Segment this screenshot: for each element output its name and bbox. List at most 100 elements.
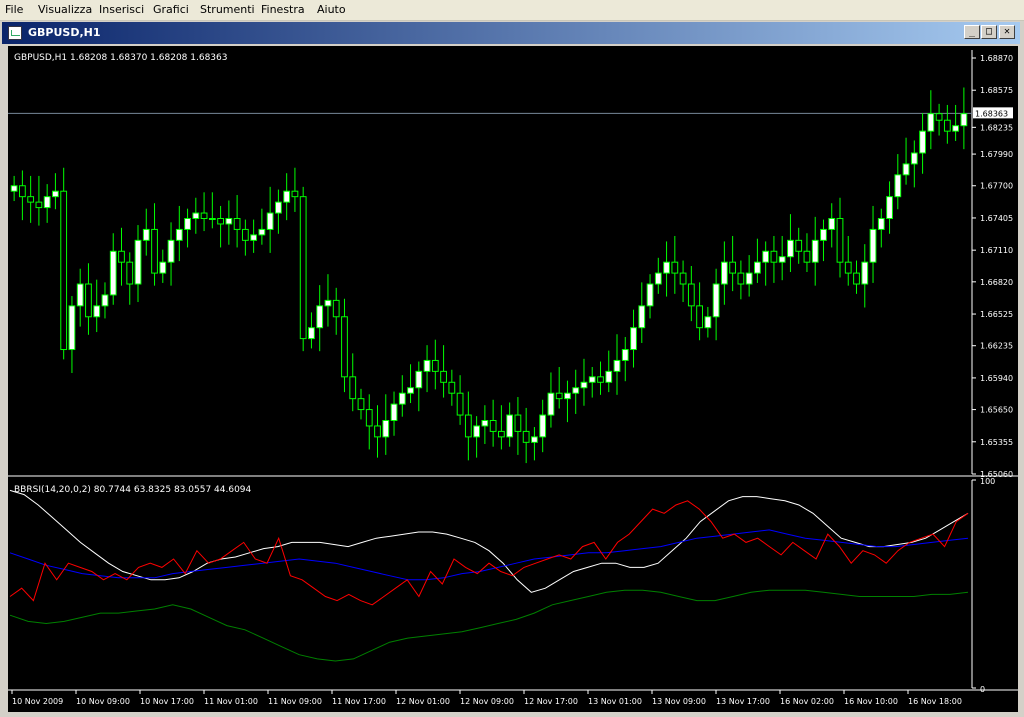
time-tick-label: 13 Nov 17:00 [716,697,770,706]
candle-body [745,272,753,285]
time-tick-label: 12 Nov 01:00 [396,697,450,706]
price-tick-label: 1.68575 [980,86,1013,95]
candle-body [192,212,200,220]
candle-body [308,327,315,340]
candle-body [919,130,926,154]
candle-body [927,113,935,132]
restore-button[interactable]: □ [981,25,997,39]
candle-body [828,218,836,230]
candle-body [646,283,654,307]
time-tick-label: 13 Nov 01:00 [588,697,642,706]
price-tick-label: 1.66820 [980,278,1013,287]
price-tick-label: 1.67990 [980,150,1013,159]
candle-body [299,196,307,340]
price-tick-label: 1.65650 [980,406,1013,415]
menu-file[interactable]: File [5,3,23,16]
candle-body [464,414,472,438]
candle-body [18,185,26,198]
candle-body [902,163,910,176]
candle-body [423,359,431,372]
price-tick-label: 1.65940 [980,374,1013,383]
candle-body [109,250,117,296]
time-tick-label: 10 Nov 2009 [12,697,63,706]
candle-body [52,190,59,198]
candle-body [283,190,291,203]
candle-body [159,261,167,274]
time-tick-label: 16 Nov 10:00 [844,697,898,706]
candle-body [720,261,728,285]
candle-body [431,359,439,372]
candle-body [696,305,703,329]
candle-body [737,272,745,285]
price-tick-label: 1.65355 [980,438,1013,447]
candle-body [101,294,109,307]
chart-header: GBPUSD,H1 1.68208 1.68370 1.68208 1.6836… [14,53,227,63]
candle-body [679,272,687,285]
time-tick-label: 10 Nov 09:00 [76,697,130,706]
candle-body [531,436,538,443]
candle-body [489,419,497,432]
menu-finestra[interactable]: Finestra [261,3,305,16]
candle-body [770,250,778,263]
time-tick-label: 16 Nov 02:00 [780,697,834,706]
candle-body [481,419,489,427]
candle-body [357,398,365,411]
price-tick-label: 1.66525 [980,310,1013,319]
candle-body [390,403,398,421]
minimize-button[interactable]: _ [964,25,980,39]
candle-body [952,125,960,132]
candle-body [43,196,51,209]
candle-body [704,316,712,329]
menu-aiuto[interactable]: Aiuto [317,3,346,16]
candle-body [754,261,761,274]
candle-body [630,327,637,351]
candle-body [506,414,514,438]
time-tick-label: 11 Nov 01:00 [204,697,258,706]
candle-body [250,234,258,241]
candle-body [217,218,224,225]
candle-body [184,218,191,230]
candle-body [877,218,885,230]
menu-inserisci[interactable]: Inserisci [99,3,144,16]
candle-body [539,414,547,438]
candle-body [605,370,613,383]
candle-body [886,196,893,220]
price-tick-label: 1.66235 [980,342,1013,351]
close-button[interactable]: ✕ [999,25,1015,39]
candle-body [448,381,456,394]
candle-body [869,228,877,263]
time-tick-label: 16 Nov 18:00 [908,697,962,706]
candle-body [225,218,233,225]
candle-body [762,250,770,263]
candle-body [332,299,340,318]
candle-body [853,272,860,285]
chart-window-title: GBPUSD,H1 [28,26,101,39]
candle-body [167,239,175,263]
candle-body [200,212,208,220]
menu-grafici[interactable]: Grafici [153,3,189,16]
menu-strumenti[interactable]: Strumenti [200,3,255,16]
price-tick-label: 1.67405 [980,214,1013,223]
candle-body [316,305,324,329]
candle-body [233,218,241,230]
chart-window-titlebar[interactable]: GBPUSD,H1 _ □ ✕ [2,22,1020,44]
candle-body [522,430,530,443]
candle-body [778,256,786,263]
candle-body [415,370,423,389]
chart-canvas[interactable]: 1.68870 1.68575 1.68235 1.67990 1.67700 1.674… [8,46,1018,712]
time-tick-label: 10 Nov 17:00 [140,697,194,706]
candle-body [894,174,902,198]
candle-body [275,201,282,214]
candle-body [175,228,183,241]
candle-body [580,381,588,389]
candle-body [712,283,720,318]
candle-body [729,261,737,274]
chart-window-icon [8,26,22,40]
menu-visualizza[interactable]: Visualizza [38,3,92,16]
candle-body [291,190,299,198]
candle-body [861,261,869,285]
candle-body [258,228,266,236]
candle-body [473,425,481,438]
candle-body [68,305,76,351]
candle-body [943,119,951,132]
